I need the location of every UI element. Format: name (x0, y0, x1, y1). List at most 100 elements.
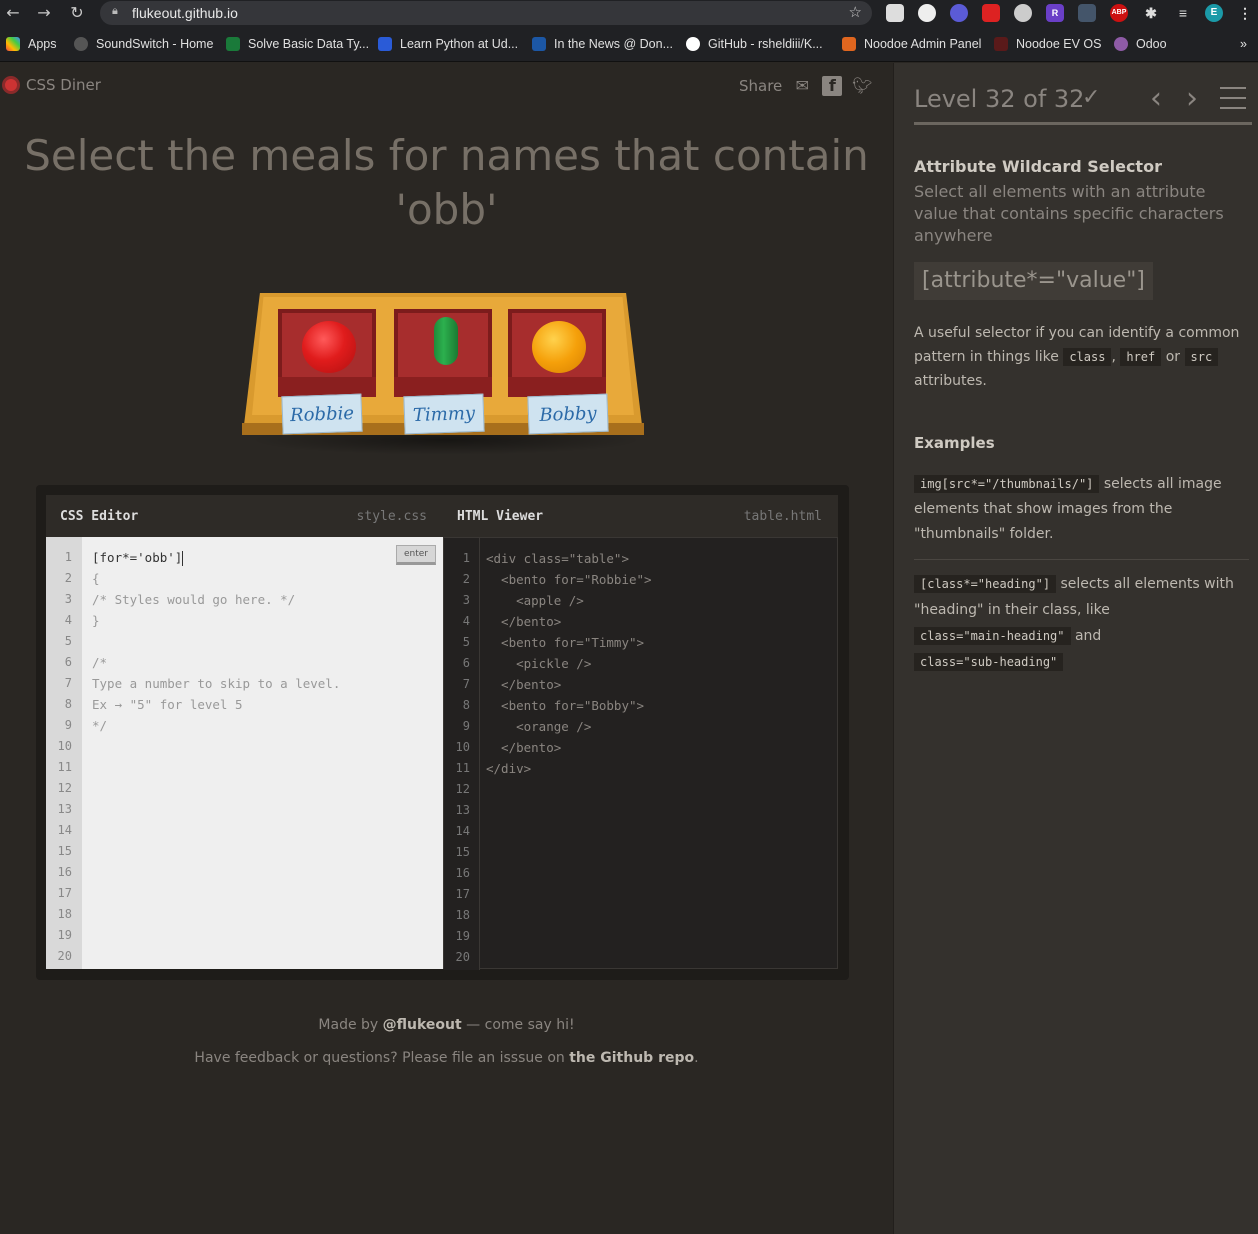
line-number: 15 (57, 844, 72, 858)
back-arrow-icon[interactable]: ← (2, 2, 24, 24)
twitter-icon[interactable]: 🐦︎ (852, 76, 872, 96)
line-number: 9 (462, 719, 470, 733)
browser-toolbar: ← → ↻ 🔒︎ flukeout.github.io ☆ R ABP ✱ ≡ … (0, 0, 1258, 26)
bookmark-soundswitch[interactable]: SoundSwitch - Home (74, 36, 213, 52)
code-line: <pickle /> (486, 656, 592, 671)
code-line: <bento for="Robbie"> (486, 572, 652, 587)
line-number: 17 (57, 886, 72, 900)
logo[interactable]: CSS Diner (2, 76, 101, 94)
code-line: */ (92, 718, 108, 733)
logo-plate-icon (2, 76, 20, 94)
previous-level-icon[interactable]: ‹ (1150, 81, 1162, 116)
bookmark-github[interactable]: GitHub - rsheldiii/K... (686, 36, 823, 52)
footer-feedback: Have feedback or questions? Please file … (194, 1050, 699, 1066)
forward-arrow-icon[interactable]: → (33, 2, 55, 24)
orange[interactable] (532, 321, 586, 373)
bookmark-apps[interactable]: Apps (6, 36, 57, 52)
selector-hint: A useful selector if you can identify a … (914, 325, 1240, 389)
r-extension-icon[interactable]: R (1046, 4, 1064, 22)
html-viewer-header: HTML Viewer table.html (443, 495, 838, 537)
address-bar[interactable]: 🔒︎ flukeout.github.io ☆ (100, 1, 872, 25)
example-1: img[src*="/thumbnails/"] selects all ima… (914, 475, 1222, 542)
profile-avatar[interactable]: E (1205, 4, 1223, 22)
selector-name: Attribute Wildcard Selector (914, 157, 1162, 176)
line-number: 2 (64, 571, 72, 585)
code-line: </bento> (486, 614, 562, 629)
apple[interactable] (302, 321, 356, 373)
css-editor-pane[interactable]: 1 2 3 4 5 6 7 8 9 10 11 12 13 14 15 16 17 18 19 20 [for*='o… (46, 537, 443, 969)
wordpress-icon[interactable] (918, 4, 936, 22)
level-menu-icon[interactable] (1220, 87, 1246, 109)
bookmark-uci[interactable]: In the News @ Don... (532, 36, 673, 52)
checkmark-icon: ✓ (1082, 85, 1101, 110)
bookmark-hackerrank[interactable]: Solve Basic Data Ty... (226, 36, 369, 52)
bookmarks-overflow-button[interactable]: » (1240, 36, 1247, 52)
block-extension-icon[interactable] (1014, 4, 1032, 22)
flukeout-link[interactable]: @flukeout (383, 1017, 462, 1033)
html-markup: <div class="table"> <bento for="Robbie">… (486, 548, 652, 779)
bookmark-udemy[interactable]: Learn Python at Ud... (378, 36, 518, 52)
line-number: 6 (64, 655, 72, 669)
line-number: 3 (462, 593, 470, 607)
code-line: } (92, 613, 100, 628)
line-number: 10 (57, 739, 72, 753)
bento-bobby[interactable] (508, 309, 606, 397)
noodoe-icon (994, 37, 1008, 51)
media-control-icon[interactable]: ≡ (1174, 4, 1192, 22)
udemy-icon (378, 37, 392, 51)
order-instruction: Select the meals for names that contain … (24, 131, 869, 234)
gear-extension-icon[interactable] (950, 4, 968, 22)
line-number: 13 (57, 802, 72, 816)
examples-heading: Examples (914, 434, 995, 452)
code-line: Type a number to skip to a level. (92, 676, 341, 691)
menu-extension-icon[interactable] (1078, 4, 1096, 22)
pickle[interactable] (434, 317, 458, 365)
line-number: 11 (57, 760, 72, 774)
reload-icon[interactable]: ↻ (66, 2, 88, 24)
code-line: <div class="table"> (486, 551, 629, 566)
uci-icon (532, 37, 546, 51)
line-number: 5 (462, 635, 470, 649)
level-indicator: Level 32 of 32 (914, 85, 1085, 113)
level-sidebar: Level 32 of 32 ✓ ‹ › Attribute Wildcard … (893, 63, 1258, 1234)
line-number: 3 (64, 592, 72, 606)
bookmark-star-icon[interactable]: ☆ (849, 3, 862, 21)
puzzle-extensions-icon[interactable]: ✱ (1142, 4, 1160, 22)
line-number: 9 (64, 718, 72, 732)
line-number: 11 (455, 761, 470, 775)
css-line-numbers: 1 2 3 4 5 6 7 8 9 10 11 12 13 14 15 16 17 18 19 20 (46, 537, 82, 969)
enter-button[interactable]: enter (396, 545, 436, 565)
line-number: 6 (462, 656, 470, 670)
line-number: 5 (64, 634, 72, 648)
line-number: 2 (462, 572, 470, 586)
line-number: 15 (455, 845, 470, 859)
bookmark-noodoe-ev[interactable]: Noodoe EV OS (994, 36, 1101, 52)
chrome-menu-icon[interactable]: ⋮ (1236, 4, 1254, 22)
bookmark-noodoe-admin[interactable]: Noodoe Admin Panel (842, 36, 981, 52)
youtube-extension-icon[interactable] (982, 4, 1000, 22)
code-line: { (92, 571, 100, 586)
line-number: 4 (64, 613, 72, 627)
adblock-icon[interactable]: ABP (1110, 4, 1128, 22)
url-text[interactable]: flukeout.github.io (132, 5, 238, 21)
next-level-icon[interactable]: › (1186, 81, 1198, 116)
github-repo-link[interactable]: the Github repo (569, 1050, 694, 1066)
line-number: 7 (462, 677, 470, 691)
facebook-icon[interactable]: f (822, 76, 843, 96)
lock-icon: 🔒︎ (112, 4, 118, 17)
name-tag-bobby: Bobby (527, 393, 609, 435)
footer-credits: Made by @flukeout — come say hi! (318, 1017, 575, 1033)
bento-timmy[interactable] (394, 309, 492, 397)
email-icon[interactable]: ✉ (792, 76, 812, 96)
extension-icon[interactable] (886, 4, 904, 22)
example-2: [class*="heading"] selects all elements … (914, 575, 1234, 671)
line-number: 1 (462, 551, 470, 565)
line-number: 19 (455, 929, 470, 943)
level-progress-bar (914, 122, 1252, 125)
code-line: <bento for="Bobby"> (486, 698, 645, 713)
css-input[interactable]: [for*='obb'] (92, 547, 184, 568)
line-number: 20 (455, 950, 470, 964)
bookmark-odoo[interactable]: Odoo (1114, 36, 1167, 52)
bento-robbie[interactable] (278, 309, 376, 397)
line-number: 8 (462, 698, 470, 712)
